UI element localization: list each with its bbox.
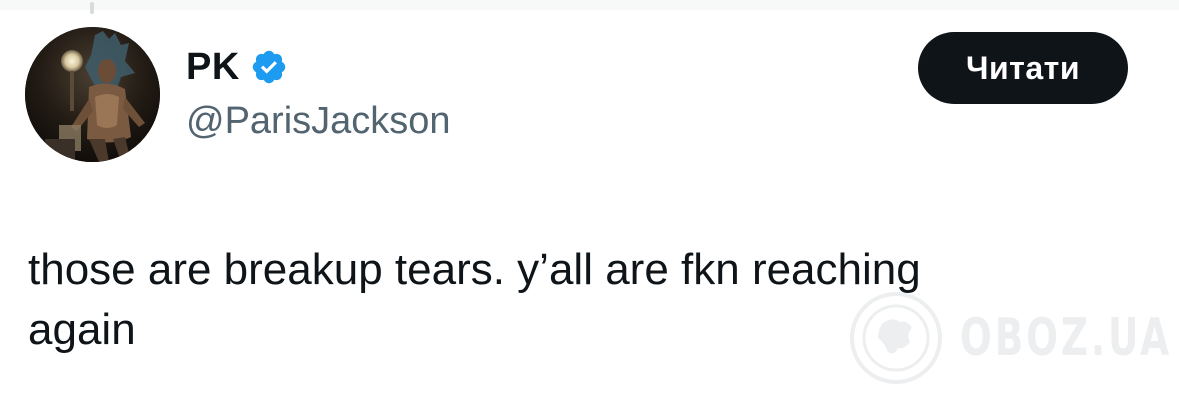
watermark-text: OBOZ.UA [960, 308, 1172, 368]
author-display-name[interactable]: PK [186, 44, 240, 90]
avatar[interactable] [25, 27, 160, 162]
globe-logo-icon [850, 292, 942, 384]
verified-badge-icon[interactable] [250, 48, 288, 86]
divider-marker [90, 2, 94, 14]
top-divider [0, 0, 1179, 14]
follow-button[interactable]: Читати [918, 32, 1128, 104]
avatar-image [25, 27, 160, 162]
watermark: OBOZ.UA [848, 290, 1179, 386]
author-handle[interactable]: @ParisJackson [186, 98, 451, 144]
author-name-row: PK [186, 44, 288, 90]
